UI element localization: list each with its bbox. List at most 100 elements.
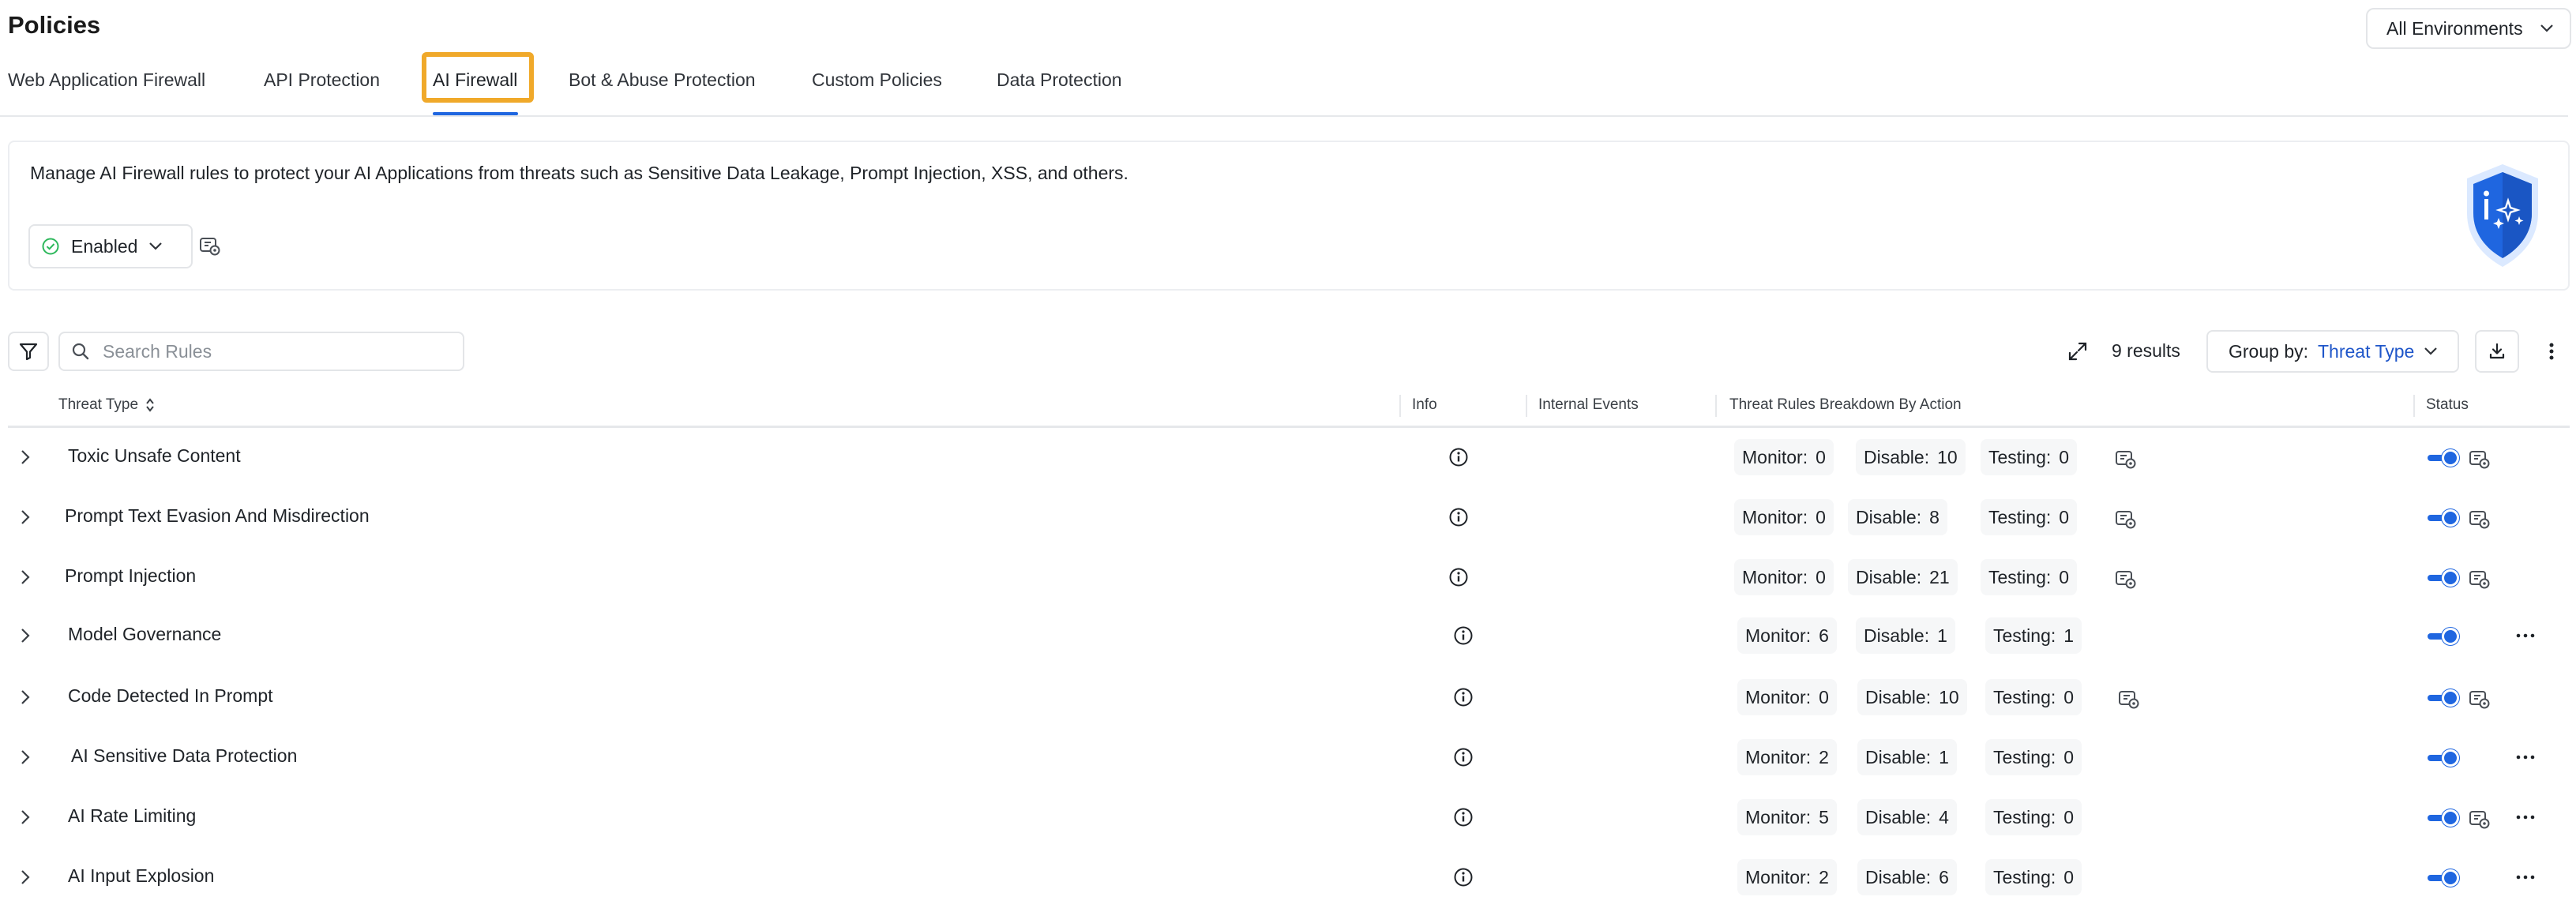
row-settings-icon[interactable] — [2467, 567, 2491, 591]
testing-label: Testing: — [1993, 866, 2056, 887]
rules-settings-icon[interactable] — [197, 234, 221, 257]
rule-settings-icon[interactable] — [2113, 507, 2137, 531]
download-button[interactable] — [2475, 330, 2519, 373]
more-horizontal-icon[interactable] — [2514, 630, 2537, 641]
chevron-right-icon[interactable] — [19, 749, 32, 766]
chevron-right-icon[interactable] — [19, 508, 32, 526]
disable-value: 1 — [1939, 746, 1949, 767]
table-row[interactable]: Code Detected In Prompt Monitor: 0 Disable:… — [8, 668, 2570, 728]
testing-value: 0 — [2059, 506, 2070, 527]
status-toggle[interactable] — [2428, 869, 2459, 887]
tab-data-protection[interactable]: Data Protection — [997, 69, 1122, 91]
column-divider — [1715, 395, 1717, 417]
group-by-select[interactable]: Group by: Threat Type — [2206, 330, 2459, 373]
column-threat-type[interactable]: Threat Type — [58, 396, 156, 414]
status-toggle[interactable] — [2428, 508, 2459, 527]
more-horizontal-icon[interactable] — [2514, 872, 2537, 883]
environment-select[interactable]: All Environments — [2366, 8, 2571, 49]
rule-settings-icon[interactable] — [2113, 567, 2137, 591]
card-description: Manage AI Firewall rules to protect your… — [30, 163, 1128, 183]
disable-count-chip: Disable: 1 — [1856, 617, 1955, 654]
chevron-right-icon[interactable] — [19, 689, 32, 706]
info-icon[interactable] — [1453, 807, 1474, 827]
tab-api-protection[interactable]: API Protection — [264, 69, 380, 91]
row-settings-icon[interactable] — [2467, 447, 2491, 471]
table-row[interactable]: Prompt Injection Monitor: 0 Disable: 21 Testi… — [8, 548, 2570, 608]
sort-icon[interactable] — [145, 397, 156, 413]
info-icon[interactable] — [1453, 687, 1474, 707]
check-circle-icon — [42, 238, 59, 255]
table-row[interactable]: AI Rate Limiting Monitor: 5 Disable: 4 Testin… — [8, 788, 2570, 848]
testing-count-chip: Testing: 0 — [1985, 739, 2082, 775]
row-settings-icon[interactable] — [2467, 687, 2491, 711]
threat-type-name: Toxic Unsafe Content — [68, 445, 241, 466]
toggle-knob — [2442, 569, 2459, 587]
disable-count-chip: Disable: 6 — [1857, 859, 1957, 895]
status-toggle[interactable] — [2428, 448, 2459, 467]
results-count: 9 results — [2112, 340, 2180, 361]
status-value: Enabled — [71, 235, 138, 257]
disable-label: Disable: — [1865, 746, 1932, 767]
more-horizontal-icon[interactable] — [2514, 752, 2537, 763]
chevron-right-icon[interactable] — [19, 448, 32, 466]
info-icon[interactable] — [1453, 867, 1474, 887]
info-icon[interactable] — [1448, 567, 1469, 587]
table-row[interactable]: AI Sensitive Data Protection Monitor: 2 Dis… — [8, 728, 2570, 788]
tab-web-application-firewall[interactable]: Web Application Firewall — [8, 69, 205, 91]
toggle-knob — [2442, 449, 2459, 467]
toggle-knob — [2442, 509, 2459, 527]
filter-button[interactable] — [8, 332, 49, 371]
monitor-label: Monitor: — [1745, 625, 1812, 646]
tab-custom-policies[interactable]: Custom Policies — [812, 69, 942, 91]
table-row[interactable]: Prompt Text Evasion And Misdirection Moni… — [8, 488, 2570, 548]
testing-count-chip: Testing: 0 — [1985, 679, 2082, 715]
table-row[interactable]: Toxic Unsafe Content Monitor: 0 Disable: 10 T… — [8, 428, 2570, 488]
tab-bar: Web Application Firewall API Protection … — [0, 52, 2568, 117]
chevron-right-icon[interactable] — [19, 627, 32, 644]
status-toggle[interactable] — [2428, 568, 2459, 587]
status-toggle[interactable] — [2428, 627, 2459, 646]
disable-label: Disable: — [1864, 446, 1930, 467]
table-row[interactable]: AI Input Explosion Monitor: 2 Disable: 6 Test… — [8, 848, 2570, 908]
threat-type-name: AI Input Explosion — [68, 865, 215, 886]
chevron-right-icon[interactable] — [19, 869, 32, 886]
testing-count-chip: Testing: 0 — [1985, 859, 2082, 895]
info-icon[interactable] — [1453, 747, 1474, 767]
table-row[interactable]: Model Governance Monitor: 6 Disable: 1 Testin… — [8, 606, 2570, 666]
monitor-count-chip: Monitor: 2 — [1737, 859, 1837, 895]
info-icon[interactable] — [1448, 447, 1469, 467]
search-input[interactable] — [101, 340, 433, 363]
search-field[interactable] — [58, 332, 464, 371]
row-settings-icon[interactable] — [2467, 507, 2491, 531]
rule-settings-icon[interactable] — [2116, 687, 2140, 711]
threat-type-name: Code Detected In Prompt — [68, 685, 273, 706]
chevron-right-icon[interactable] — [19, 809, 32, 826]
tab-bot-abuse-protection[interactable]: Bot & Abuse Protection — [569, 69, 756, 91]
chevron-down-icon — [2424, 347, 2438, 355]
testing-label: Testing: — [1993, 686, 2056, 707]
info-icon[interactable] — [1453, 625, 1474, 646]
disable-value: 6 — [1939, 866, 1949, 887]
column-breakdown: Threat Rules Breakdown By Action — [1729, 396, 1962, 413]
threat-type-name: Model Governance — [68, 624, 222, 644]
status-toggle[interactable] — [2428, 749, 2459, 767]
monitor-value: 2 — [1819, 866, 1829, 887]
disable-value: 8 — [1929, 506, 1940, 527]
testing-label: Testing: — [1993, 746, 2056, 767]
disable-value: 4 — [1939, 806, 1949, 827]
testing-count-chip: Testing: 0 — [1981, 439, 2078, 475]
more-vertical-icon[interactable] — [2540, 340, 2563, 363]
more-horizontal-icon[interactable] — [2514, 812, 2537, 823]
rule-settings-icon[interactable] — [2113, 447, 2137, 471]
expand-icon[interactable] — [2066, 340, 2090, 363]
status-toggle[interactable] — [2428, 689, 2459, 707]
row-settings-icon[interactable] — [2467, 807, 2491, 831]
info-icon[interactable] — [1448, 507, 1469, 527]
tab-ai-firewall[interactable]: AI Firewall — [433, 69, 517, 91]
status-toggle[interactable] — [2428, 809, 2459, 827]
monitor-label: Monitor: — [1745, 866, 1812, 887]
status-dropdown[interactable]: Enabled — [28, 224, 193, 268]
testing-value: 0 — [2063, 746, 2075, 767]
column-info: Info — [1412, 396, 1437, 413]
chevron-right-icon[interactable] — [19, 568, 32, 586]
